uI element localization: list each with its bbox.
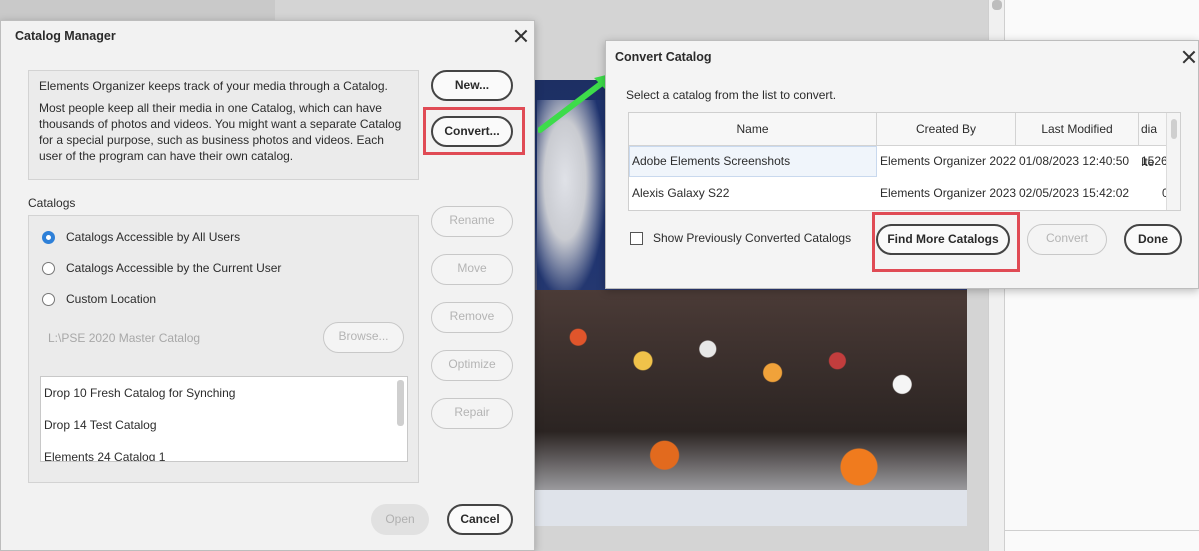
- radio-label: Catalogs Accessible by the Current User: [66, 261, 282, 275]
- info-text-2: Most people keep all their media in one …: [39, 101, 402, 163]
- panel-divider: [1005, 530, 1199, 531]
- catalogs-label: Catalogs: [28, 196, 76, 210]
- cancel-button[interactable]: Cancel: [447, 504, 513, 535]
- checkbox-icon[interactable]: [630, 231, 643, 245]
- info-text-1: Elements Organizer keeps track of your m…: [39, 79, 388, 93]
- convert-button[interactable]: Convert: [1027, 224, 1107, 255]
- optimize-button[interactable]: Optimize: [431, 350, 513, 381]
- radio-icon[interactable]: [42, 261, 55, 275]
- list-item[interactable]: Elements 24 Catalog 1: [44, 450, 165, 461]
- catalog-manager-dialog: Catalog Manager Elements Organizer keeps…: [0, 20, 535, 551]
- radio-icon[interactable]: [42, 292, 55, 306]
- rename-button[interactable]: Rename: [431, 206, 513, 237]
- info-box: Elements Organizer keeps track of your m…: [28, 70, 419, 180]
- row-last-modified[interactable]: 01/08/2023 12:40:50: [1019, 146, 1129, 177]
- new-button[interactable]: New...: [431, 70, 513, 101]
- show-converted-checkbox-row[interactable]: Show Previously Converted Catalogs: [630, 231, 851, 245]
- remove-button[interactable]: Remove: [431, 302, 513, 333]
- catalog-list[interactable]: Drop 10 Fresh Catalog for Synching Drop …: [40, 376, 408, 462]
- radio-selected-icon[interactable]: [42, 230, 55, 244]
- done-button[interactable]: Done: [1124, 224, 1182, 255]
- dialog-title: Convert Catalog: [615, 50, 712, 64]
- find-more-highlight-box: [872, 212, 1020, 272]
- instruction-text: Select a catalog from the list to conver…: [626, 88, 837, 102]
- catalog-table[interactable]: Name Created By Last Modified dia Ite Ad…: [628, 112, 1181, 211]
- show-converted-label: Show Previously Converted Catalogs: [653, 231, 852, 245]
- row-name[interactable]: Adobe Elements Screenshots: [632, 146, 790, 177]
- list-scrollbar[interactable]: [397, 380, 404, 426]
- row-items[interactable]: 1526: [1141, 146, 1168, 177]
- column-header-created-by[interactable]: Created By: [877, 113, 1016, 146]
- row-created-by[interactable]: Elements Organizer 2022: [880, 146, 1016, 177]
- column-header-name[interactable]: Name: [629, 113, 877, 146]
- row-last-modified[interactable]: 02/05/2023 15:42:02: [1019, 178, 1129, 209]
- move-button[interactable]: Move: [431, 254, 513, 285]
- dialog-title: Catalog Manager: [15, 29, 116, 43]
- convert-catalog-dialog: Convert Catalog Select a catalog from th…: [605, 40, 1199, 289]
- scrollbar-thumb[interactable]: [992, 0, 1002, 10]
- row-name[interactable]: Alexis Galaxy S22: [632, 178, 729, 209]
- close-icon[interactable]: [514, 29, 528, 43]
- open-button[interactable]: Open: [371, 504, 429, 535]
- row-created-by[interactable]: Elements Organizer 2023: [880, 178, 1016, 209]
- radio-custom-location[interactable]: Custom Location: [42, 290, 156, 308]
- convert-highlight-box: [423, 107, 525, 155]
- background-app-strip: [0, 0, 275, 20]
- table-scrollbar[interactable]: [1166, 113, 1180, 210]
- radio-current-user[interactable]: Catalogs Accessible by the Current User: [42, 259, 281, 277]
- scrollbar-thumb[interactable]: [1171, 119, 1177, 139]
- floor: [535, 490, 967, 526]
- radio-all-users[interactable]: Catalogs Accessible by All Users: [42, 228, 240, 246]
- catalogs-panel: Catalogs Accessible by All Users Catalog…: [28, 215, 419, 483]
- browse-button[interactable]: Browse...: [323, 322, 404, 353]
- list-item[interactable]: Drop 14 Test Catalog: [44, 418, 157, 432]
- list-item[interactable]: Drop 10 Fresh Catalog for Synching: [44, 386, 235, 400]
- repair-button[interactable]: Repair: [431, 398, 513, 429]
- column-header-media-items[interactable]: dia Ite: [1139, 113, 1169, 169]
- close-icon[interactable]: [1182, 50, 1196, 64]
- column-header-last-modified[interactable]: Last Modified: [1016, 113, 1139, 146]
- custom-location-path: L:\PSE 2020 Master Catalog: [48, 331, 201, 345]
- radio-label: Custom Location: [66, 292, 157, 306]
- radio-label: Catalogs Accessible by All Users: [66, 230, 241, 244]
